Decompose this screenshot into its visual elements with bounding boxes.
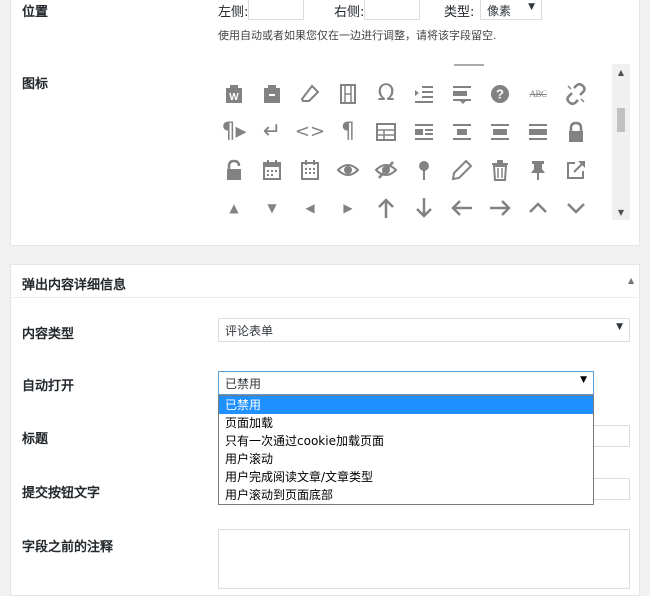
align-left-icon[interactable] <box>406 118 442 146</box>
chevron-down-icon: ▼ <box>616 322 623 332</box>
strikethrough-abc-icon[interactable]: ABC <box>520 80 556 108</box>
unit-select[interactable]: 像素 ▼ <box>480 0 542 20</box>
auto-open-option[interactable]: 用户滚动到页面底部 <box>219 486 593 504</box>
scroll-thumb[interactable] <box>617 108 625 132</box>
content-type-select[interactable]: 评论表单 ▼ <box>218 318 630 342</box>
title-label: 标题 <box>22 432 49 447</box>
unlink-icon[interactable] <box>558 80 594 108</box>
type-label: 类型: <box>444 5 475 20</box>
auto-open-option[interactable]: 用户滚动 <box>219 450 593 468</box>
content-type-label: 内容类型 <box>22 327 75 342</box>
position-help-text: 使用自动或者如果您仅在一边进行调整，请将该字段留空. <box>218 29 497 42</box>
auto-open-option[interactable]: 用户完成阅读文章/文章类型 <box>219 468 593 486</box>
left-label: 左侧: <box>218 5 249 20</box>
pilcrow-icon[interactable]: ¶ <box>330 118 366 146</box>
chevron-down-icon: ▼ <box>528 2 535 12</box>
unlock-icon[interactable] <box>216 156 252 184</box>
table-icon[interactable] <box>368 118 404 146</box>
visibility-icon[interactable] <box>330 156 366 184</box>
auto-open-option[interactable]: 已禁用 <box>219 396 593 414</box>
lock-icon[interactable] <box>558 118 594 146</box>
icon-picker: W Ω ? ABC ¶▸ ↵ <> ¶ ▲ ▼ ◀ ▶ <box>214 64 630 220</box>
right-label: 右侧: <box>334 5 365 20</box>
chevron-down-icon: ▼ <box>580 375 587 385</box>
auto-open-option[interactable]: 只有一次通过cookie加载页面 <box>219 432 593 450</box>
paragraph-ltr-icon[interactable]: ¶▸ <box>216 118 252 146</box>
location-pin-icon[interactable] <box>406 156 442 184</box>
triangle-up-icon[interactable]: ▲ <box>216 194 252 220</box>
calendar-icon[interactable] <box>254 156 290 184</box>
arrow-left-icon[interactable] <box>444 194 480 220</box>
scroll-up-icon[interactable]: ▲ <box>612 68 630 77</box>
calendar-alt-icon[interactable] <box>292 156 328 184</box>
external-link-icon[interactable] <box>558 156 594 184</box>
align-center-icon[interactable] <box>444 118 480 146</box>
film-icon[interactable] <box>330 80 366 108</box>
trash-icon[interactable] <box>482 156 518 184</box>
arrow-up-icon[interactable] <box>368 194 404 220</box>
indent-icon[interactable] <box>406 80 442 108</box>
auto-open-value: 已禁用 <box>225 377 262 391</box>
auto-open-options-list: 已禁用 页面加载 只有一次通过cookie加载页面 用户滚动 用户完成阅读文章/… <box>218 395 594 505</box>
code-brackets-icon[interactable]: <> <box>292 118 328 146</box>
unit-select-value: 像素 <box>487 4 512 18</box>
left-input[interactable] <box>248 0 304 20</box>
eraser-icon[interactable] <box>292 80 328 108</box>
arrow-right-icon[interactable] <box>482 194 518 220</box>
triangle-down-icon[interactable]: ▼ <box>254 194 290 220</box>
auto-open-select[interactable]: 已禁用 ▼ <box>218 371 594 395</box>
hidden-icon[interactable] <box>368 156 404 184</box>
collapse-toggle-icon[interactable]: ▲ <box>628 276 634 285</box>
before-field-note-label: 字段之前的注释 <box>22 540 114 555</box>
omega-icon[interactable]: Ω <box>368 80 404 108</box>
return-arrow-icon[interactable]: ↵ <box>254 118 290 146</box>
help-icon[interactable]: ? <box>482 80 518 108</box>
position-label: 位置 <box>22 5 49 20</box>
align-right-icon[interactable] <box>482 118 518 146</box>
chevron-down-icon[interactable] <box>558 194 594 220</box>
scroll-down-icon[interactable]: ▼ <box>612 208 630 217</box>
chevron-up-icon[interactable] <box>520 194 556 220</box>
svg-text:?: ? <box>496 87 504 102</box>
svg-text:W: W <box>229 92 239 103</box>
archive-w-icon[interactable]: W <box>216 80 252 108</box>
arrow-down-icon[interactable] <box>406 194 442 220</box>
icon-label: 图标 <box>22 77 49 92</box>
content-type-value: 评论表单 <box>225 324 274 338</box>
right-input[interactable] <box>364 0 420 20</box>
align-justify-icon[interactable] <box>520 118 556 146</box>
auto-open-label: 自动打开 <box>22 379 75 394</box>
pin-icon[interactable] <box>520 156 556 184</box>
popup-section-title: 弹出内容详细信息 <box>22 278 127 293</box>
triangle-right-icon[interactable]: ▶ <box>330 194 366 220</box>
icon-picker-scrollbar[interactable]: ▲ ▼ <box>612 64 630 220</box>
before-field-note-textarea[interactable] <box>218 529 630 589</box>
auto-open-option[interactable]: 页面加载 <box>219 414 593 432</box>
submit-text-label: 提交按钮文字 <box>22 486 101 501</box>
align-list-icon[interactable] <box>444 80 480 108</box>
partial-row-stub <box>454 64 484 66</box>
triangle-left-icon[interactable]: ◀ <box>292 194 328 220</box>
clipboard-icon[interactable] <box>254 80 290 108</box>
section-divider <box>11 297 638 298</box>
edit-pencil-icon[interactable] <box>444 156 480 184</box>
